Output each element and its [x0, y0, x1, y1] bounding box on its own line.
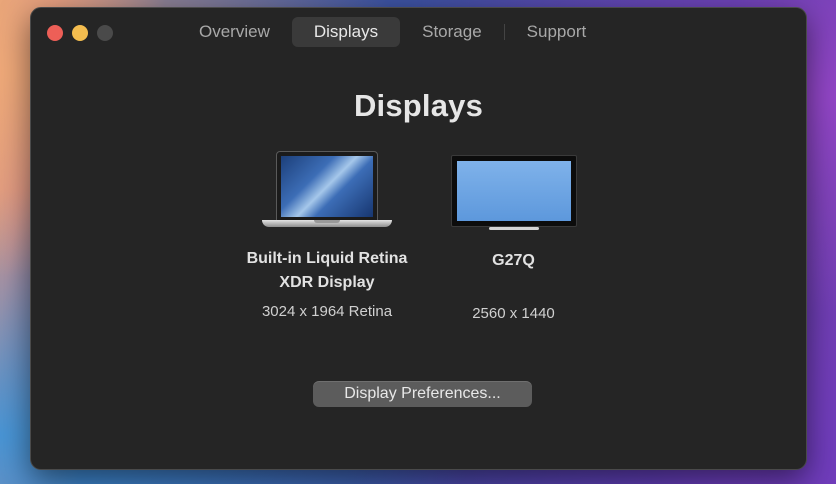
tab-bar: Overview Displays Storage Support [177, 17, 608, 47]
tab-support[interactable]: Support [505, 17, 609, 47]
display-external: G27Q 2560 x 1440 [441, 151, 586, 322]
display-name-line2: XDR Display [279, 274, 375, 291]
display-builtin: Built-in Liquid Retina XDR Display 3024 … [227, 151, 427, 320]
tab-displays[interactable]: Displays [291, 17, 401, 47]
window-controls [47, 25, 113, 41]
minimize-button[interactable] [72, 25, 88, 41]
display-resolution: 3024 x 1964 Retina [261, 303, 393, 320]
zoom-button [97, 25, 113, 41]
laptop-icon [262, 151, 392, 229]
tab-overview[interactable]: Overview [177, 17, 292, 47]
close-button[interactable] [47, 25, 63, 41]
monitor-icon [450, 151, 577, 231]
about-this-mac-window: Overview Displays Storage Support Displa… [30, 7, 807, 470]
display-name-line1: Built-in Liquid Retina [246, 250, 408, 267]
tab-storage[interactable]: Storage [400, 17, 504, 47]
page-title: Displays [353, 88, 484, 123]
display-name-line1: G27Q [492, 252, 535, 269]
display-resolution: 2560 x 1440 [472, 305, 555, 322]
display-preferences-button[interactable]: Display Preferences... [313, 381, 532, 407]
